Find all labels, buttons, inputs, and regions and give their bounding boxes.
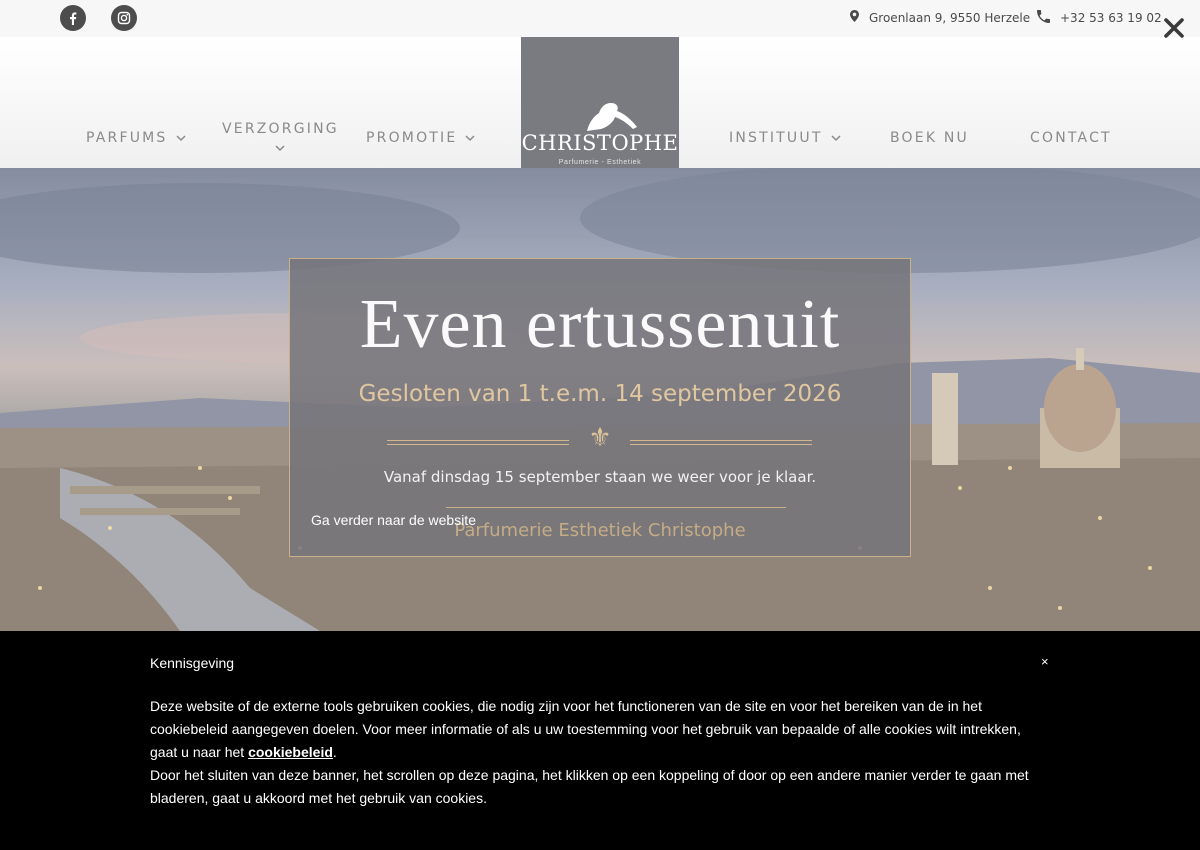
nav-label: PROMOTIE (366, 130, 458, 146)
cookie-text: Deze website of de externe tools gebruik… (150, 695, 1050, 810)
continue-to-website-link[interactable]: Ga verder naar de website (311, 512, 476, 528)
logo-name: CHRISTOPHE (521, 131, 679, 155)
closure-popup: Even ertussenuit Gesloten van 1 t.e.m. 1… (289, 258, 911, 557)
chevron-down-icon (831, 130, 841, 146)
cookie-banner: Kennisgeving × Deze website of de extern… (0, 631, 1200, 850)
cookie-close-button[interactable]: × (1041, 654, 1049, 669)
nav-label: INSTITUUT (729, 130, 823, 146)
nav-label: CONTACT (1030, 130, 1112, 146)
nav-label: BOEK NU (890, 130, 969, 146)
cookie-paragraph-1: Deze website of de externe tools gebruik… (150, 695, 1050, 764)
chevron-down-icon (176, 130, 186, 146)
nav-label: PARFUMS (86, 130, 168, 146)
top-bar: Groenlaan 9, 9550 Herzele +32 53 63 19 0… (0, 0, 1200, 37)
brand-logo[interactable]: CHRISTOPHE Parfumerie - Esthetiek (521, 37, 679, 168)
popup-subheading: Gesloten van 1 t.e.m. 14 september 2026 (358, 381, 842, 407)
cookie-text-after: . (332, 744, 337, 760)
phone-icon (1037, 10, 1050, 26)
popup-divider (446, 507, 786, 508)
logo-figure-icon (587, 103, 637, 131)
nav-item-parfums[interactable]: PARFUMS (86, 130, 186, 146)
ornament-divider: ⚜ (387, 423, 812, 453)
nav-item-verzorging[interactable]: VERZORGING (222, 121, 339, 156)
address-text: Groenlaan 9, 9550 Herzele (869, 10, 1031, 25)
divider-line-right (630, 440, 812, 445)
popup-heading: Even ertussenuit (359, 286, 841, 363)
nav-item-instituut[interactable]: INSTITUUT (729, 130, 841, 146)
address-item: Groenlaan 9, 9550 Herzele (850, 10, 1030, 25)
logo-subtitle: Parfumerie - Esthetiek (558, 159, 642, 166)
instagram-icon[interactable] (111, 5, 137, 31)
cookie-title: Kennisgeving (150, 655, 235, 671)
map-pin-icon (850, 10, 859, 25)
popup-info: Vanaf dinsdag 15 september staan we weer… (383, 468, 817, 486)
fleur-de-lis-icon: ⚜ (588, 423, 612, 453)
nav-label: VERZORGING (222, 121, 339, 137)
nav-item-promotie[interactable]: PROMOTIE (366, 130, 475, 146)
close-icon[interactable] (1162, 16, 1186, 40)
cookie-paragraph-2: Door het sluiten van deze banner, het sc… (150, 767, 1029, 806)
chevron-down-icon (275, 140, 285, 156)
phone-text: +32 53 63 19 02 (1060, 11, 1162, 25)
facebook-icon[interactable] (60, 5, 86, 31)
cookie-policy-link[interactable]: cookiebeleid (248, 744, 333, 760)
nav-item-contact[interactable]: CONTACT (1030, 130, 1112, 146)
chevron-down-icon (465, 130, 475, 146)
nav-item-boek-nu[interactable]: BOEK NU (890, 130, 969, 146)
divider-line-left (387, 440, 569, 445)
phone-item[interactable]: +32 53 63 19 02 (1037, 10, 1162, 26)
